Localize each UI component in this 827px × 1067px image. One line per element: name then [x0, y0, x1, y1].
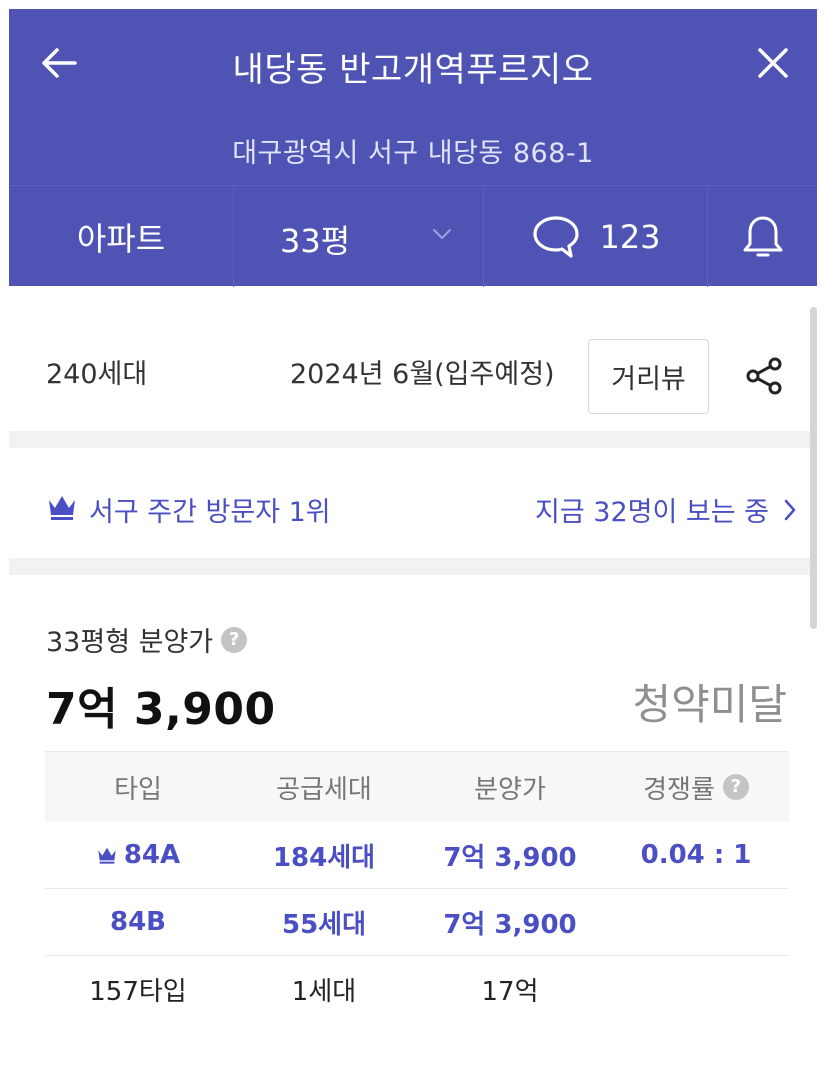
subscription-status: 청약미달 [632, 680, 787, 729]
ratio-cell [603, 956, 789, 1022]
weekly-rank-text: 서구 주간 방문자 1위 [89, 497, 331, 528]
column-header-price: 분양가 [474, 774, 546, 805]
close-icon[interactable] [751, 41, 795, 85]
ranking-row: 서구 주간 방문자 1위 지금 32명이 보는 중 [9, 448, 817, 558]
comment-count: 123 [599, 217, 661, 256]
app-frame: 내당동 반고개역푸르지오 대구광역시 서구 내당동 868-1 아파트 33평 … [9, 9, 817, 1067]
chevron-down-icon [433, 229, 451, 239]
table-row: 84A 184세대 7억 3,900 0.04 : 1 [45, 822, 789, 889]
comment-icon [533, 215, 580, 258]
households-count: 240세대 [46, 359, 148, 390]
table-row: 157타입 1세대 17억 [45, 956, 789, 1022]
price-cell: 7억 3,900 [443, 842, 577, 873]
supply-cell: 184세대 [272, 842, 376, 873]
size-dropdown[interactable]: 33평 [233, 186, 484, 287]
help-icon[interactable]: ? [722, 774, 749, 800]
price-value: 7억 3,900 [46, 684, 276, 735]
price-label: 33평형 분양가 ? [46, 620, 248, 659]
price-cell: 7억 3,900 [443, 909, 577, 940]
ratio-cell [603, 889, 789, 955]
type-cell-text: 84A [123, 840, 181, 870]
chevron-right-icon [784, 499, 796, 520]
streetview-button[interactable]: 거리뷰 [588, 339, 709, 414]
section-divider [9, 558, 817, 575]
page-title: 내당동 반고개역푸르지오 [232, 50, 594, 90]
supply-cell: 1세대 [291, 976, 357, 1007]
header: 내당동 반고개역푸르지오 대구광역시 서구 내당동 868-1 아파트 33평 … [9, 9, 817, 287]
tab-bar: 아파트 33평 123 [9, 185, 817, 287]
crown-icon [98, 847, 116, 864]
column-header-ratio-text: 경쟁률 [643, 774, 715, 805]
viewers-link[interactable]: 지금 32명이 보는 중 [535, 490, 797, 529]
help-icon[interactable]: ? [221, 626, 248, 653]
share-icon[interactable] [743, 354, 787, 398]
move-in-date: 2024년 6월(입주예정) [290, 359, 555, 390]
tab-type[interactable]: 아파트 [9, 186, 233, 287]
table-header: 타입 공급세대 분양가 경쟁률 ? [45, 751, 789, 822]
size-dropdown-label: 33평 [280, 222, 351, 260]
viewers-text: 지금 32명이 보는 중 [535, 497, 769, 528]
price-cell: 17억 [481, 976, 539, 1007]
scrollbar[interactable] [810, 307, 817, 629]
supply-cell: 55세대 [281, 909, 367, 940]
type-cell: 84A [45, 822, 231, 888]
price-label-text: 33평형 분양가 [46, 627, 214, 658]
ratio-cell: 0.04 : 1 [640, 840, 752, 870]
alarm-tab[interactable] [707, 186, 817, 287]
crown-icon [49, 496, 75, 520]
bell-icon [743, 216, 783, 256]
type-cell: 157타입 [89, 976, 187, 1007]
column-header-type: 타입 [114, 774, 162, 805]
price-table: 타입 공급세대 분양가 경쟁률 ? 84A 184세대 7억 3,900 0.0… [45, 751, 789, 1022]
column-header-ratio: 경쟁률 ? [603, 752, 789, 822]
comments-tab[interactable]: 123 [483, 186, 708, 287]
address: 대구광역시 서구 내당동 868-1 [232, 138, 594, 169]
type-cell: 84B [110, 907, 166, 937]
column-header-supply: 공급세대 [276, 774, 372, 805]
info-row: 240세대 2024년 6월(입주예정) 거리뷰 [9, 286, 817, 431]
section-divider [9, 431, 817, 448]
tab-type-label: 아파트 [76, 219, 166, 258]
table-row: 84B 55세대 7억 3,900 [45, 889, 789, 956]
